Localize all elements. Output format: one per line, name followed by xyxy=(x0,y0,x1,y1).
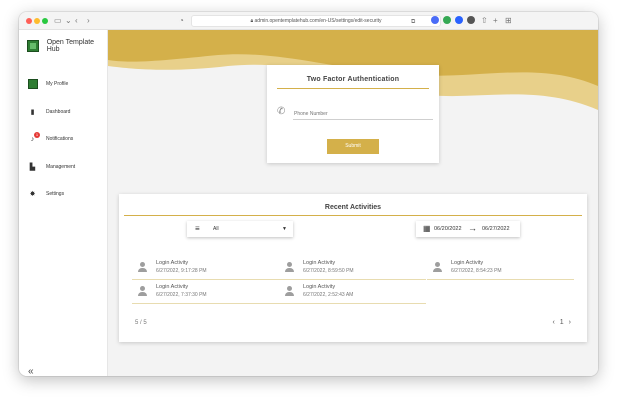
sidebar-toggle-icon[interactable]: ▭ xyxy=(54,15,62,27)
activity-item: Login Activity 6/27/2022, 2:52:43 AM xyxy=(279,282,426,304)
browser-toolbar: ▭ ⌄ ‹ › ◔ 🔒︎ admin.opentemplatehub.com/e… xyxy=(19,12,598,30)
address-text: admin.opentemplatehub.com/en-US/settings… xyxy=(254,18,382,24)
sidebar-item-label: Management xyxy=(46,164,76,170)
user-icon xyxy=(138,262,148,274)
sidebar-item-label: Settings xyxy=(46,191,65,197)
sidebar-item-dashboard[interactable]: ▮ Dashboard xyxy=(19,104,108,120)
sidebar-item-notifications[interactable]: ♪ 1 Notifications xyxy=(19,131,108,147)
extension-icon[interactable] xyxy=(467,16,475,24)
sidebar-item-label: Dashboard xyxy=(46,109,71,115)
sidebar-item-settings[interactable]: ✸ Settings xyxy=(19,186,108,202)
pagination: ‹ 1 › xyxy=(553,319,572,326)
date-to: 06/27/2022 xyxy=(482,226,510,232)
activity-date: 6/27/2022, 2:52:43 AM xyxy=(303,292,354,298)
main-content: Two Factor Authentication ✆ Submit Recen… xyxy=(108,30,598,376)
new-tab-icon[interactable]: + xyxy=(493,15,498,27)
phone-number-input[interactable] xyxy=(293,108,433,120)
date-from: 06/20/2022 xyxy=(434,226,462,232)
translate-icon[interactable]: ⧉ xyxy=(411,16,415,28)
gear-icon: ✸ xyxy=(29,190,36,198)
date-range-picker[interactable]: ▦ 06/20/2022 → 06/27/2022 xyxy=(416,221,520,237)
activity-item: Login Activity 6/27/2022, 8:59:50 PM xyxy=(279,258,426,280)
shield-icon[interactable]: ◔ xyxy=(179,15,184,27)
extension-icon[interactable] xyxy=(431,16,439,24)
lock-icon: 🔒︎ xyxy=(250,18,254,24)
recent-activities-card: Recent Activities ≡ All ▼ ▦ 06/20/2022 →… xyxy=(119,194,587,342)
chevron-down-icon[interactable]: ⌄ xyxy=(65,15,72,27)
filter-selected-value: All xyxy=(213,226,219,232)
activity-date: 6/27/2022, 8:59:50 PM xyxy=(303,268,354,274)
extension-icon[interactable] xyxy=(443,16,451,24)
collapse-sidebar-button[interactable]: « xyxy=(28,366,34,376)
next-page-button[interactable]: › xyxy=(569,319,571,326)
activity-filter-select[interactable]: ≡ All ▼ xyxy=(187,221,293,237)
two-factor-card: Two Factor Authentication ✆ Submit xyxy=(267,65,439,163)
prev-page-button[interactable]: ‹ xyxy=(553,319,555,326)
brand-name: Open Template Hub xyxy=(46,39,95,53)
avatar-icon xyxy=(28,79,38,89)
activity-title: Login Activity xyxy=(156,284,189,290)
activity-item: Login Activity 6/27/2022, 9:17:28 PM xyxy=(132,258,279,280)
activity-title: Login Activity xyxy=(303,284,336,290)
activity-divider xyxy=(279,279,426,280)
activity-divider xyxy=(279,303,426,304)
recent-activities-title: Recent Activities xyxy=(324,204,382,211)
user-icon xyxy=(285,286,295,298)
minimize-window-button[interactable] xyxy=(34,18,40,24)
title-divider xyxy=(124,215,582,216)
extension-icon[interactable] xyxy=(455,16,463,24)
user-icon xyxy=(138,286,148,298)
sidebar-item-management[interactable]: ▙ Management xyxy=(19,159,108,175)
activity-divider xyxy=(132,279,279,280)
current-page[interactable]: 1 xyxy=(560,319,564,326)
sidebar-item-my-profile[interactable]: My Profile xyxy=(19,76,108,92)
sidebar: Open Template Hub My Profile ▮ Dashboard… xyxy=(19,30,108,376)
list-icon: ≡ xyxy=(195,224,200,233)
clipboard-icon: ▮ xyxy=(30,108,35,116)
activity-date: 6/27/2022, 7:37:30 PM xyxy=(156,292,207,298)
arrow-right-icon: → xyxy=(468,223,477,233)
maximize-window-button[interactable] xyxy=(42,18,48,24)
user-icon xyxy=(285,262,295,274)
forward-icon[interactable]: › xyxy=(87,15,90,27)
activity-title: Login Activity xyxy=(303,260,336,266)
activity-count: 5 / 5 xyxy=(135,320,147,326)
logo-icon xyxy=(27,40,39,52)
management-icon: ▙ xyxy=(29,163,36,171)
activity-divider xyxy=(427,279,574,280)
brand[interactable]: Open Template Hub xyxy=(27,38,107,54)
dropdown-arrow-icon: ▼ xyxy=(282,226,287,232)
submit-button[interactable]: Submit xyxy=(327,139,379,154)
close-window-button[interactable] xyxy=(26,18,32,24)
tab-overview-icon[interactable]: ⊞ xyxy=(505,15,512,27)
sidebar-item-label: My Profile xyxy=(46,81,69,87)
browser-window: ▭ ⌄ ‹ › ◔ 🔒︎ admin.opentemplatehub.com/e… xyxy=(19,12,598,376)
activity-date: 6/27/2022, 8:54:23 PM xyxy=(451,268,502,274)
two-factor-title: Two Factor Authentication xyxy=(306,76,400,83)
back-icon[interactable]: ‹ xyxy=(75,15,78,27)
phone-icon: ✆ xyxy=(277,106,286,117)
activity-item: Login Activity 6/27/2022, 8:54:23 PM xyxy=(427,258,574,280)
share-icon[interactable]: ⇧ xyxy=(481,15,488,27)
address-bar[interactable]: 🔒︎ admin.opentemplatehub.com/en-US/setti… xyxy=(191,15,441,27)
sidebar-item-label: Notifications xyxy=(46,136,74,142)
activity-title: Login Activity xyxy=(451,260,484,266)
calendar-icon: ▦ xyxy=(423,224,431,233)
user-icon xyxy=(433,262,443,274)
activity-item: Login Activity 6/27/2022, 7:37:30 PM xyxy=(132,282,279,304)
title-divider xyxy=(277,88,429,89)
activity-divider xyxy=(132,303,279,304)
notification-badge: 1 xyxy=(34,132,40,138)
activity-date: 6/27/2022, 9:17:28 PM xyxy=(156,268,207,274)
activity-title: Login Activity xyxy=(156,260,189,266)
